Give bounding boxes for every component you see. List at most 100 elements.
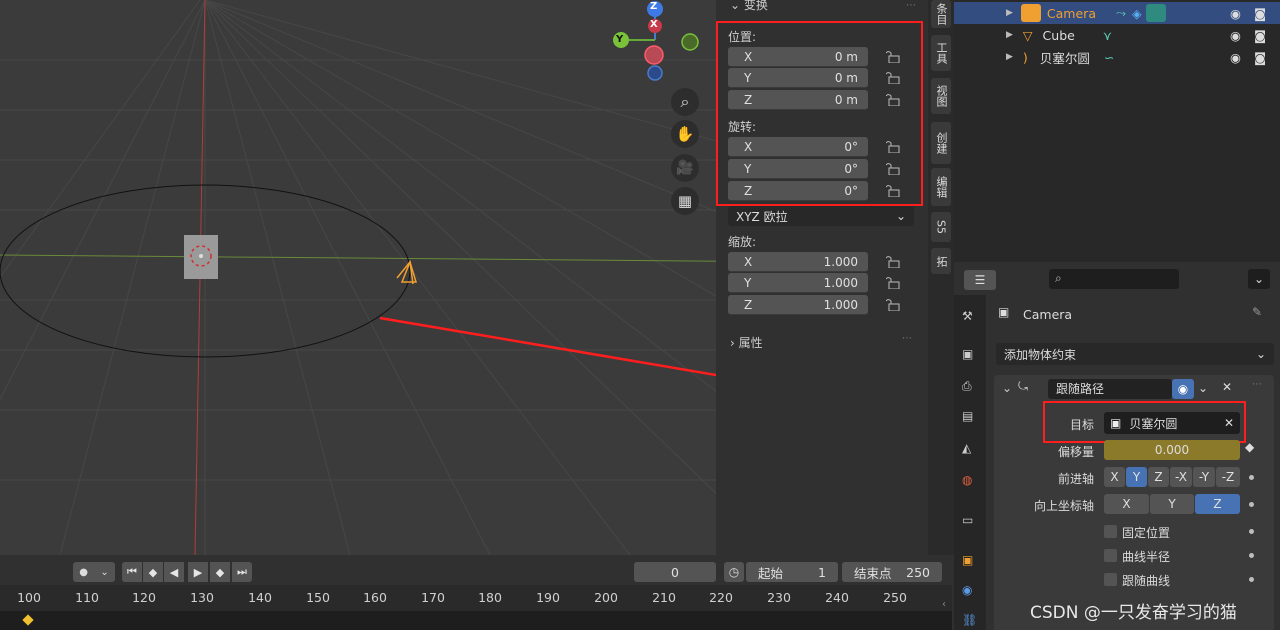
tab-tool[interactable]: 工具 [931,35,951,71]
forward-axis-y[interactable]: Y [1126,467,1147,487]
add-constraint-select[interactable]: 添加物体约束 ⌄ [996,343,1274,365]
scale-y-field[interactable]: Y 1.000 [728,273,868,293]
up-axis-y[interactable]: Y [1150,494,1194,514]
keyframe-diamond-icon[interactable] [22,614,34,626]
collection-icon[interactable]: ▭ [962,513,973,527]
frame-tick: 110 [75,590,99,605]
tab-edit[interactable]: 编辑 [931,168,951,206]
jump-start-icon[interactable]: ⏮ [122,562,142,582]
timeline-ruler[interactable]: 100 110 120 130 140 150 160 170 180 190 … [0,585,952,611]
view-layer-icon[interactable]: ▤ [962,409,973,423]
drag-handle-icon[interactable]: ⋯ [1252,379,1262,390]
tab-view[interactable]: 视图 [931,78,951,114]
next-keyframe-icon[interactable]: ◆ [210,562,230,582]
constraint-tab-icon[interactable]: ⛓ [962,613,977,627]
forward-axis-x[interactable]: X [1104,467,1125,487]
pan-hand-icon[interactable]: ✋ [671,120,699,148]
camera-view-icon[interactable]: 🎥 [671,154,699,182]
gizmo-z-label[interactable]: Z [650,1,657,12]
keyframe-dot[interactable] [1249,475,1254,480]
world-icon[interactable]: ◍ [962,473,972,487]
grid-ortho-icon[interactable]: ▦ [671,187,699,215]
drag-handle-icon[interactable]: ⋯ [902,333,912,344]
tab-extend[interactable]: 拓 [931,248,951,274]
output-icon[interactable]: ⎙ [962,379,972,394]
fixed-position-checkbox[interactable] [1104,525,1117,538]
chevron-down-icon: ⌄ [730,0,741,12]
properties-header: ☰ ⌕ ⌄ [954,265,1280,295]
camera-render-icon[interactable]: ◙ [1254,28,1266,43]
render-icon[interactable]: ▣ [962,347,973,361]
forward-axis-neg-x[interactable]: -X [1170,467,1192,487]
chevron-down-icon[interactable]: ⌄ [1002,381,1012,395]
gizmo-y-label[interactable]: Y [616,34,623,45]
forward-axis-z[interactable]: Z [1148,467,1169,487]
keyframe-dot[interactable] [1249,502,1254,507]
outliner-row-bezier-circle[interactable]: ▶ ) 贝塞尔圆 ∽ ◉ ◙ [954,46,1280,68]
keyframe-dot[interactable] [1249,553,1254,558]
eye-icon[interactable]: ◉ [1230,28,1241,43]
properties-section-header[interactable]: › 属性 [730,334,763,351]
offset-field[interactable]: 0.000 [1104,440,1240,460]
rotation-mode-select[interactable]: XYZ 欧拉 ⌄ [728,206,914,226]
eye-icon[interactable]: ◉ [1230,6,1241,21]
up-axis-z[interactable]: Z [1195,494,1240,514]
camera-render-icon[interactable]: ◙ [1254,50,1266,65]
outliner-row-camera[interactable]: ▶ Camera ⤳ ◈ ◉ ◙ [954,2,1280,24]
tab-create[interactable]: 创建 [931,122,951,164]
record-button[interactable]: ● ⌄ [73,562,115,582]
start-frame-field[interactable]: 起始 1 [746,562,838,582]
outliner-row-cube[interactable]: ▶ ▽ Cube ⋎ ◉ ◙ [954,24,1280,46]
expand-arrow-icon[interactable]: ▶ [1006,30,1013,40]
curve-radius-checkbox[interactable] [1104,549,1117,562]
expand-arrow-icon[interactable]: ▶ [1006,8,1013,18]
eye-icon[interactable]: ◉ [1230,50,1241,65]
frame-tick: 180 [478,590,502,605]
constraint-name-field[interactable]: 跟随路径 [1048,379,1172,399]
lock-icon[interactable] [886,256,900,268]
expand-arrow-icon[interactable]: ▶ [1006,52,1013,62]
forward-axis-neg-z[interactable]: -Z [1216,467,1240,487]
chevron-down-icon[interactable]: ⌄ [1248,269,1270,289]
keyframe-diamond-icon[interactable]: ◆ [1245,440,1254,454]
search-input[interactable]: ⌕ [1049,269,1179,289]
jump-end-icon[interactable]: ⏭ [232,562,252,582]
lock-icon[interactable] [886,277,900,289]
keyframe-dot[interactable] [1249,577,1254,582]
current-frame-field[interactable]: 0 [634,562,716,582]
mesh-object-icon: ▽ [1022,27,1033,43]
tab-item[interactable]: 条目 [931,0,951,28]
tab-s5[interactable]: S5 [931,212,951,242]
drag-handle-icon[interactable]: ⋯ [906,0,916,11]
zoom-icon[interactable]: ⌕ [671,88,699,116]
camera-render-icon[interactable]: ◙ [1254,6,1266,21]
up-axis-label: 向上坐标轴 [1033,499,1094,513]
up-axis-x[interactable]: X [1104,494,1149,514]
chevron-left-icon[interactable]: ‹ [942,599,946,610]
lock-icon[interactable] [886,299,900,311]
physics-icon[interactable]: ◉ [962,583,972,597]
tool-icon[interactable]: ⚒ [962,309,973,323]
stopwatch-icon[interactable]: ◷ [724,562,744,582]
pin-icon[interactable]: ✎ [1252,305,1262,319]
end-frame-field[interactable]: 结束点 250 [842,562,942,582]
keyframe-dot[interactable] [1249,529,1254,534]
timeline-keyframes[interactable] [0,611,952,630]
scene-icon[interactable]: ◭ [962,441,971,455]
play-icon[interactable]: ▶ [188,562,208,582]
object-icon[interactable]: ▣ [962,553,973,567]
eye-icon[interactable]: ◉ [1172,379,1194,399]
prev-keyframe-icon[interactable]: ◆ [143,562,163,582]
scale-z-field[interactable]: Z 1.000 [728,295,868,315]
transform-header[interactable]: ⌄ 变换 [730,0,768,13]
close-icon[interactable]: ✕ [1222,380,1232,394]
constraint-icon: ⤳ [1115,5,1126,20]
forward-axis-neg-y[interactable]: -Y [1193,467,1215,487]
follow-curve-checkbox[interactable] [1104,573,1117,586]
frame-tick: 240 [825,590,849,605]
play-reverse-icon[interactable]: ◀ [164,562,184,582]
scale-x-field[interactable]: X 1.000 [728,252,868,272]
gizmo-x-label[interactable]: X [650,19,658,30]
editor-type-icon[interactable]: ☰ [964,270,996,290]
chevron-down-icon[interactable]: ⌄ [1198,381,1208,395]
